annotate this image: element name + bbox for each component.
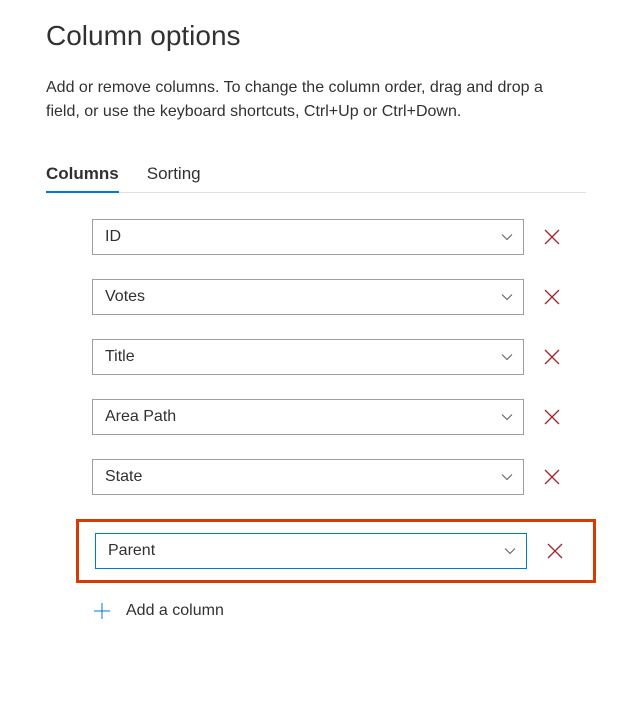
remove-column-button[interactable] xyxy=(540,285,564,309)
dropdown-label: State xyxy=(105,468,142,486)
column-row: ID xyxy=(92,219,586,255)
column-dropdown-area-path[interactable]: Area Path xyxy=(92,399,524,435)
tab-columns[interactable]: Columns xyxy=(46,156,119,192)
column-dropdown-title[interactable]: Title xyxy=(92,339,524,375)
column-row: Area Path xyxy=(92,399,586,435)
column-dropdown-state[interactable]: State xyxy=(92,459,524,495)
remove-column-button[interactable] xyxy=(540,345,564,369)
chevron-down-icon xyxy=(501,411,513,423)
tab-sorting[interactable]: Sorting xyxy=(147,156,201,192)
column-row: Votes xyxy=(92,279,586,315)
dropdown-label: Title xyxy=(105,348,135,366)
dropdown-label: ID xyxy=(105,228,121,246)
column-dropdown-parent[interactable]: Parent xyxy=(95,533,527,569)
description-text: Add or remove columns. To change the col… xyxy=(46,76,566,124)
plus-icon xyxy=(92,601,112,621)
column-row: State xyxy=(92,459,586,495)
column-dropdown-votes[interactable]: Votes xyxy=(92,279,524,315)
dropdown-label: Votes xyxy=(105,288,145,306)
dropdown-label: Area Path xyxy=(105,408,176,426)
chevron-down-icon xyxy=(501,471,513,483)
add-column-button[interactable]: Add a column xyxy=(92,601,586,621)
remove-column-button[interactable] xyxy=(540,405,564,429)
remove-column-button[interactable] xyxy=(540,225,564,249)
remove-column-button[interactable] xyxy=(543,539,567,563)
chevron-down-icon xyxy=(504,545,516,557)
column-row: Title xyxy=(92,339,586,375)
chevron-down-icon xyxy=(501,231,513,243)
chevron-down-icon xyxy=(501,351,513,363)
column-list: ID Votes Title xyxy=(92,219,586,621)
page-title: Column options xyxy=(46,20,586,52)
chevron-down-icon xyxy=(501,291,513,303)
column-row-highlighted: Parent xyxy=(76,519,596,583)
dropdown-label: Parent xyxy=(108,542,155,560)
tabs-container: Columns Sorting xyxy=(46,156,586,193)
column-dropdown-id[interactable]: ID xyxy=(92,219,524,255)
add-column-label: Add a column xyxy=(126,602,224,620)
remove-column-button[interactable] xyxy=(540,465,564,489)
